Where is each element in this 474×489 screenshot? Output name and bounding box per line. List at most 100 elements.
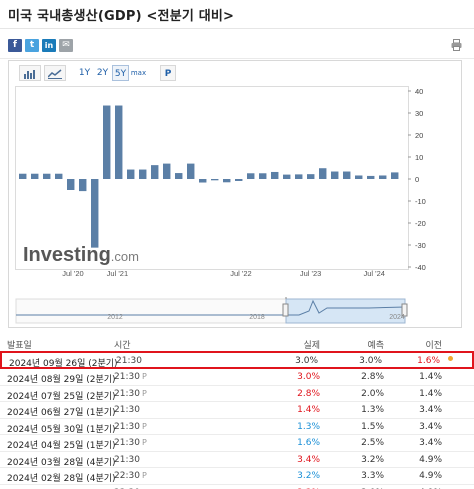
gdp-bar-chart: 40 30 20 10 0 -10 -20 -30 -40 Jul '20 Jul '21 Jul '…	[15, 87, 426, 324]
preliminary-marker: P	[141, 471, 147, 480]
table-row: 2024년 08월 29일 (2분기) 21:30 P 3.0% 2.8% 1.4%	[0, 369, 474, 386]
actual-value: 1.4%	[297, 405, 320, 415]
time-value: 21:30	[114, 421, 140, 432]
release-date: 2024년 08월 29일 (2분기)	[7, 375, 116, 385]
header-time: 시간	[114, 341, 131, 351]
previous-value: 3.4%	[419, 405, 442, 415]
navigator-year-label: 2018	[249, 314, 265, 321]
table-row: 2024년 02월 28일 (4분기) 22:30 P 3.2% 3.3% 4.9%	[0, 468, 474, 485]
preliminary-marker: P	[141, 388, 147, 398]
y-tick-label: -10	[415, 197, 426, 206]
facebook-share-icon[interactable]: f	[8, 39, 22, 52]
release-time: 21:30	[114, 455, 140, 465]
chart-bar	[187, 163, 195, 179]
x-axis-label: Jul '24	[363, 269, 384, 278]
chart-bar	[355, 175, 363, 179]
y-tick-label: 20	[415, 131, 423, 140]
forecast-value: 3.0%	[359, 356, 382, 366]
release-time: 21:30 P	[114, 422, 147, 432]
time-value: 21:30	[114, 372, 140, 382]
chart-bar	[283, 174, 291, 179]
chart-bar	[19, 173, 27, 179]
release-date: 2024년 05월 30일 (1분기)	[7, 424, 116, 435]
actual-value: 3.2%	[297, 471, 320, 481]
forecast-value: 3.3%	[361, 471, 384, 481]
chart-bar	[235, 179, 243, 181]
chart-bar	[163, 163, 171, 179]
release-time: 22:30P	[114, 471, 147, 481]
release-date: 2024년 09월 26일 (2분기)	[9, 359, 118, 369]
chart-bar	[115, 105, 123, 179]
twitter-share-icon[interactable]: t	[25, 39, 39, 52]
previous-value: 4.9%	[419, 471, 442, 481]
print-icon[interactable]	[451, 39, 462, 51]
time-value: 21:30	[114, 454, 140, 465]
release-time: 21:30 P	[114, 438, 147, 448]
time-value: 22:30	[114, 471, 140, 481]
chart-bar	[271, 171, 279, 179]
chart-bar	[103, 105, 111, 179]
preliminary-marker: P	[141, 372, 147, 381]
navigator-year-label: 2024	[389, 314, 405, 321]
y-tick-label: 40	[415, 87, 423, 96]
time-value: 21:30	[114, 438, 140, 448]
chart-bar	[391, 172, 399, 179]
chart-bar	[379, 175, 387, 179]
linkedin-share-icon[interactable]: in	[42, 39, 56, 52]
actual-value: 2.8%	[297, 388, 320, 399]
forecast-value: 2.0%	[361, 388, 384, 399]
previous-value: 3.4%	[419, 421, 442, 432]
header-date: 발표일	[7, 341, 32, 351]
forecast-value: 2.8%	[361, 372, 384, 382]
actual-value: 1.6%	[297, 438, 320, 448]
logo-suffix: .com	[111, 249, 139, 264]
chart-bar	[247, 173, 255, 179]
release-table: 2024년 09월 26일 (2분기) 21:30 3.0% 3.0% 1.6% 2024…	[0, 351, 474, 489]
chart-bar	[55, 173, 63, 179]
time-value: 21:30	[116, 356, 142, 366]
forecast-value: 2.5%	[361, 438, 384, 448]
previous-value: 1.4%	[419, 388, 442, 399]
release-time: 21:30	[114, 405, 140, 415]
previous-value: 4.9%	[419, 454, 442, 465]
investing-logo: Investing.com	[23, 244, 139, 266]
chart-bar	[259, 173, 267, 179]
chart-bar	[67, 179, 75, 190]
table-row: 2024년 03월 28일 (4분기) 21:30 3.4% 3.2% 4.9%	[0, 452, 474, 468]
release-date: 2024년 07월 25일 (2분기)	[7, 391, 116, 402]
navigator-selection	[285, 298, 406, 324]
release-date: 2024년 02월 28일 (4분기)	[7, 474, 116, 484]
y-tick-label: 0	[415, 175, 419, 184]
forecast-value: 1.5%	[361, 421, 384, 432]
y-tick-label: -30	[415, 241, 426, 250]
preliminary-marker: P	[141, 438, 147, 447]
chart-panel: 1Y 2Y 5Y max P 40 30 20 10 0 -10 -20 -30 -40 Jul …	[8, 60, 462, 328]
release-time: 21:30 P	[114, 372, 147, 382]
alert-dot-icon	[448, 356, 453, 361]
y-tick-label: 30	[415, 109, 423, 118]
previous-value: 1.6%	[417, 356, 440, 366]
chart-bar	[211, 179, 219, 181]
table-row: 2024년 06월 27일 (1분기) 21:30 1.4% 1.3% 3.4%	[0, 402, 474, 419]
forecast-value: 1.3%	[361, 405, 384, 415]
actual-value: 3.0%	[297, 372, 320, 382]
chart-bar	[127, 169, 135, 179]
chart-bar	[223, 179, 231, 183]
chart-bar	[367, 175, 375, 179]
chart-bar	[295, 174, 303, 179]
table-row: 2024년 05월 30일 (1분기) 21:30 P 1.3% 1.5% 3.4%	[0, 419, 474, 435]
release-date: 2024년 04월 25일 (1분기)	[7, 441, 116, 451]
y-tick-label: -20	[415, 219, 426, 228]
chart-bar	[343, 171, 351, 179]
actual-value: 3.4%	[297, 454, 320, 465]
x-axis-label: Jul '22	[230, 269, 251, 278]
chart-bar	[307, 174, 315, 179]
forecast-value: 3.2%	[361, 454, 384, 465]
x-axis-label: Jul '23	[300, 269, 321, 278]
previous-value: 3.4%	[419, 438, 442, 448]
mail-share-icon[interactable]: ✉	[59, 39, 73, 52]
table-header: 발표일 시간 실제 예측 이전	[0, 335, 474, 351]
release-date: 2024년 03월 28일 (4분기)	[7, 457, 116, 468]
title-divider	[0, 28, 474, 29]
chart-bar	[331, 171, 339, 179]
